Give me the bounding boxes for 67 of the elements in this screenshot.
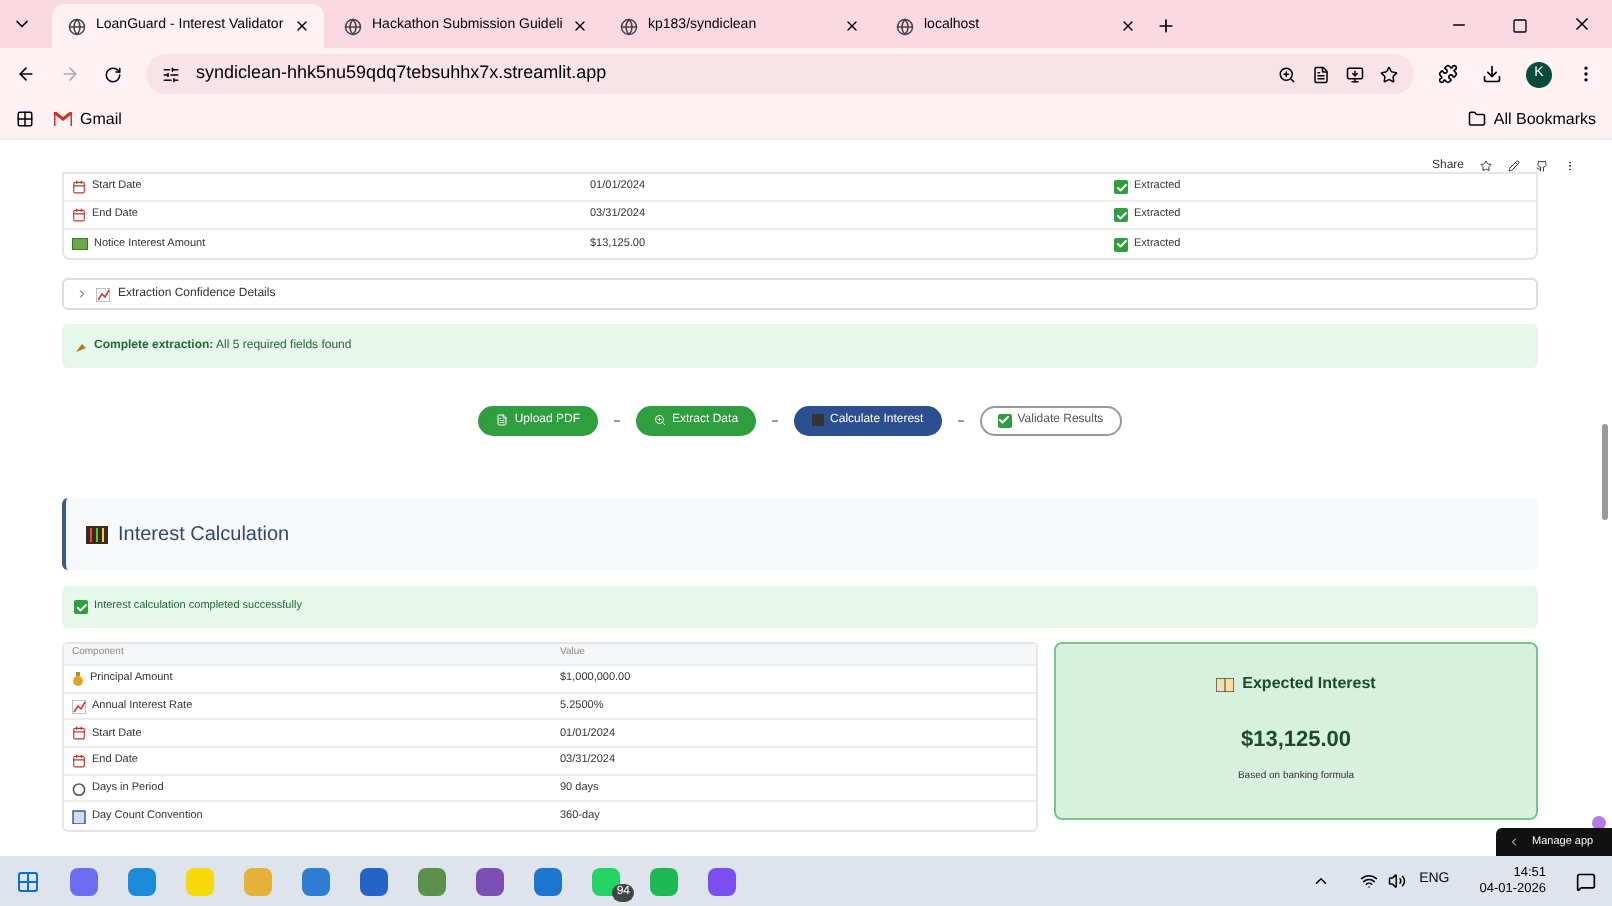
- taskbar-app-icon[interactable]: [534, 867, 562, 895]
- money-bag-icon: [72, 671, 84, 686]
- calendar-icon: [72, 180, 86, 194]
- calculator-icon: [812, 414, 825, 426]
- chart-icon: [96, 287, 110, 301]
- check-icon: [1114, 208, 1128, 222]
- section-title: Interest Calculation: [118, 521, 290, 549]
- folder-icon: [1467, 110, 1486, 128]
- document-icon[interactable]: [1312, 65, 1330, 83]
- calendar-icon: [72, 753, 86, 768]
- restore-icon[interactable]: [1512, 18, 1528, 34]
- tab-favicon-icon: [68, 17, 86, 35]
- taskbar-app-icon[interactable]: [476, 867, 504, 895]
- start-icon[interactable]: [16, 869, 40, 893]
- tab-favicon-icon: [620, 17, 638, 35]
- notifications-icon[interactable]: [1576, 871, 1596, 891]
- calendar-icon: [72, 726, 86, 741]
- abacus-icon: [86, 525, 108, 543]
- scrollbar-thumb[interactable]: [1602, 424, 1608, 520]
- ledger-icon: [1216, 677, 1235, 691]
- bookmark-star-icon[interactable]: [1380, 65, 1398, 83]
- edit-icon[interactable]: [1508, 160, 1520, 172]
- document-icon: [496, 414, 509, 426]
- close-icon[interactable]: [1120, 18, 1136, 34]
- network-icon[interactable]: [1359, 872, 1378, 890]
- close-icon[interactable]: [293, 18, 310, 34]
- chevron-icon: [76, 288, 88, 300]
- all-bookmarks-button[interactable]: All Bookmarks: [1467, 107, 1596, 131]
- new-tab-icon[interactable]: [1156, 16, 1176, 36]
- volume-icon[interactable]: [1387, 872, 1406, 890]
- bookmark-link[interactable]: Gmail: [54, 107, 122, 131]
- apps-icon[interactable]: [16, 110, 34, 128]
- github-icon[interactable]: [1536, 160, 1548, 172]
- taskbar-app-icon[interactable]: [708, 867, 736, 895]
- chart-icon: [72, 699, 86, 714]
- site-info-icon[interactable]: [162, 65, 180, 83]
- install-icon[interactable]: [1346, 65, 1364, 83]
- taskbar-app-icon[interactable]: [360, 867, 388, 895]
- clipboard-icon: [72, 809, 86, 824]
- reload-icon[interactable]: [104, 65, 122, 83]
- zoom-icon[interactable]: [1278, 65, 1296, 83]
- magnifier-icon: [654, 414, 667, 426]
- tab-favicon-icon: [896, 17, 914, 35]
- interest-amount: $13,125.00: [1240, 726, 1352, 756]
- address-bar[interactable]: syndiclean-hhk5nu59qdq7tebsuhhx7x.streamlit.app: [146, 54, 1414, 94]
- download-icon[interactable]: [1482, 64, 1502, 84]
- url-text: syndiclean-hhk5nu59qdq7tebsuhhx7x.streamlit.app: [196, 60, 609, 87]
- taskbar-app-icon[interactable]: [302, 867, 330, 895]
- check-icon: [997, 413, 1012, 427]
- check-icon: [1114, 237, 1128, 251]
- favorite-icon[interactable]: [1480, 160, 1492, 172]
- close-icon[interactable]: [844, 18, 860, 34]
- calendar-icon: [72, 208, 86, 222]
- close-window-icon[interactable]: [1572, 14, 1592, 34]
- extensions-icon[interactable]: [1438, 64, 1458, 84]
- taskbar-app-icon[interactable]: [592, 867, 620, 895]
- check-icon: [1114, 180, 1128, 194]
- tray-overflow-icon[interactable]: [1311, 872, 1330, 890]
- close-icon[interactable]: [572, 18, 589, 34]
- chevron-icon: [1508, 836, 1520, 848]
- check-icon: [74, 600, 88, 614]
- mail-icon: [54, 112, 72, 126]
- back-icon[interactable]: [16, 64, 36, 84]
- banknote-icon: [72, 238, 88, 250]
- taskbar-app-icon[interactable]: [70, 867, 98, 895]
- tab-favicon-icon: [344, 17, 362, 35]
- card-title: Expected Interest: [1242, 672, 1376, 696]
